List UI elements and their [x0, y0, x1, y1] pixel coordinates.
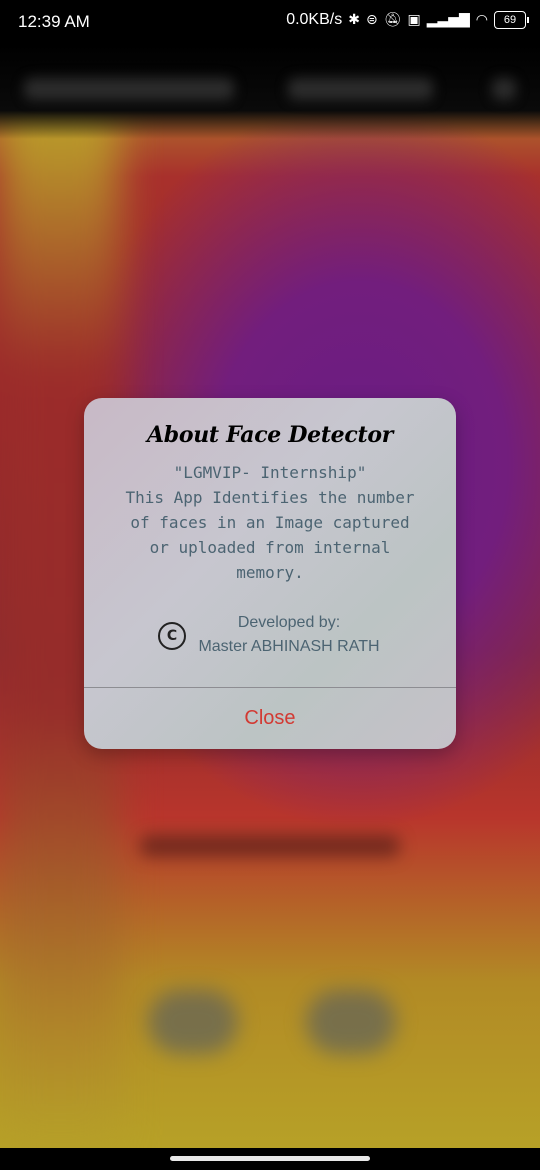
mute-icon: 🔕︎	[383, 12, 402, 28]
navigation-bar	[0, 1148, 540, 1170]
copyright-icon: C	[158, 622, 186, 650]
status-icons: 0.0KB/s ✱ ⊜ 🔕︎ ▣ ▂▃▅▇ ◠ 69	[286, 11, 529, 29]
blurred-menu-icon	[492, 78, 516, 100]
network-speed: 0.0KB/s	[286, 11, 343, 28]
wifi-icon: ◠	[475, 12, 488, 28]
about-dialog: About Face Detector "LGMVIP- Internship"…	[84, 398, 456, 749]
bluetooth-icon: ✱	[348, 12, 360, 28]
signal-icon: ▂▃▅▇	[426, 12, 470, 28]
status-time: 12:39 AM	[18, 12, 90, 31]
blurred-toolbar-item	[24, 78, 234, 100]
blurred-text	[140, 835, 400, 857]
vpn-icon: ⊜	[365, 12, 378, 28]
dialog-message: "LGMVIP- Internship" This App Identifies…	[125, 463, 415, 582]
close-button[interactable]: Close	[84, 688, 456, 749]
blurred-toolbar-item	[288, 78, 433, 100]
dialog-title: About Face Detector	[146, 422, 394, 448]
blurred-button	[148, 990, 238, 1054]
home-gesture-handle[interactable]	[170, 1156, 370, 1161]
volte-icon: ▣	[407, 12, 421, 28]
blurred-button	[306, 990, 396, 1054]
developer-name: Master ABHINASH RATH	[198, 638, 380, 655]
battery-icon: 69	[494, 11, 529, 29]
developed-by-label: Developed by:	[237, 614, 341, 631]
status-bar: 12:39 AM 0.0KB/s ✱ ⊜ 🔕︎ ▣ ▂▃▅▇ ◠ 69	[0, 0, 540, 44]
